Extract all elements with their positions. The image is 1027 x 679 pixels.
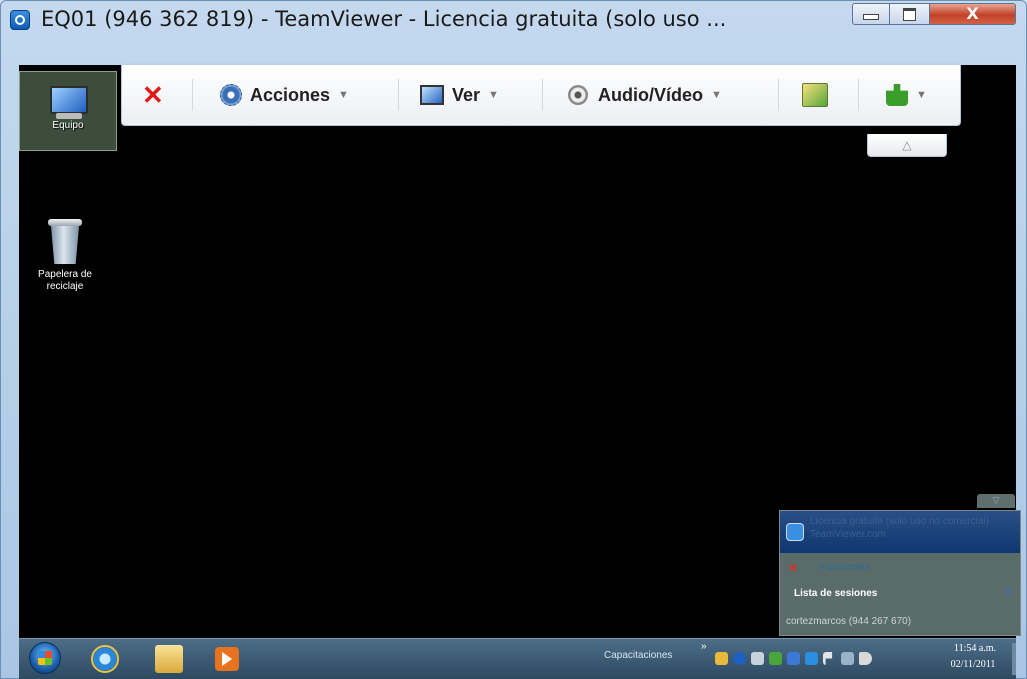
close-icon: X [966, 4, 979, 23]
volume-icon[interactable] [859, 652, 872, 665]
recycle-bin-icon [48, 219, 82, 265]
title-bar[interactable]: EQ01 (946 362 819) - TeamViewer - Licenc… [1, 1, 1026, 39]
computer-icon [46, 86, 90, 120]
extras-menu-button[interactable]: ▼ [886, 65, 927, 125]
toolbar-divider [858, 79, 859, 111]
desktop-icon-equipo[interactable]: Equipo [19, 71, 117, 151]
desktop-icon-recycle-bin[interactable]: Papelera de reciclaje [19, 215, 113, 293]
actions-label: Acciones [250, 84, 331, 105]
tray-app-icon[interactable] [769, 652, 782, 665]
teamviewer-toolbar: ✕ Acciones ▼ Ver ▼ Audio/Vídeo ▼ ▼ [121, 65, 961, 126]
tray-expand-icon[interactable]: » [701, 641, 707, 652]
puzzle-icon [886, 84, 908, 106]
sessions-close-button[interactable]: ✕ [1004, 587, 1012, 598]
tray-device-icon[interactable] [751, 652, 764, 665]
toolbar-divider [398, 79, 399, 111]
view-label: Ver [452, 84, 481, 105]
teamviewer-session-panel: Licencia gratuita (solo uso no comercial… [779, 510, 1021, 636]
panel-website-text: TeamViewer.com [810, 529, 886, 540]
chevron-down-icon: ▼ [711, 89, 722, 101]
minimize-icon [863, 14, 879, 20]
panel-header: Licencia gratuita (solo uso no comercial… [780, 511, 1020, 553]
audio-video-menu-button[interactable]: Audio/Vídeo ▼ [568, 65, 722, 125]
monitor-icon [420, 85, 444, 105]
desktop-icon-label: Papelera de reciclaje [38, 269, 92, 292]
toolbar-collapse-button[interactable]: △ [867, 134, 947, 157]
panel-license-text: Licencia gratuita (solo uso no comercial… [810, 516, 989, 527]
minimize-button[interactable] [852, 3, 890, 25]
show-desktop-button[interactable] [1012, 643, 1016, 675]
internet-explorer-icon[interactable] [91, 645, 119, 673]
start-button[interactable] [29, 642, 61, 674]
tray-security-icon[interactable] [787, 652, 800, 665]
sessions-list-title[interactable]: Lista de sesiones [794, 588, 877, 599]
window-title: EQ01 (946 362 819) - TeamViewer - Licenc… [41, 7, 727, 31]
maximize-button[interactable] [890, 3, 930, 25]
end-session-button[interactable]: ✕ [142, 65, 164, 125]
chevron-down-icon: ▼ [488, 89, 499, 101]
toolbar-divider [192, 79, 193, 111]
flag-icon[interactable] [823, 652, 833, 665]
teamviewer-app-icon [10, 10, 30, 30]
chevron-down-icon: ▼ [338, 89, 349, 101]
panel-toggle-button[interactable]: ▽ [977, 494, 1015, 508]
toolbar-divider [542, 79, 543, 111]
close-window-button[interactable]: X [930, 3, 1016, 25]
panel-close-button[interactable]: ✕ [788, 561, 798, 575]
toolbar-divider [778, 79, 779, 111]
teamviewer-tray-icon[interactable] [805, 652, 818, 665]
teamviewer-logo-icon [786, 523, 804, 541]
desktop-icon-label: Equipo [52, 120, 84, 131]
clock-time[interactable]: 11:54 a.m. [947, 643, 1003, 654]
network-icon[interactable] [841, 652, 854, 665]
tray-people-icon[interactable] [715, 652, 728, 665]
media-player-icon[interactable] [215, 647, 239, 671]
view-menu-button[interactable]: Ver ▼ [420, 65, 499, 125]
teamviewer-window: EQ01 (946 362 819) - TeamViewer - Licenc… [0, 0, 1027, 679]
audio-video-label: Audio/Vídeo [598, 84, 703, 105]
actions-menu-button[interactable]: Acciones ▼ [220, 65, 349, 125]
clock-date[interactable]: 02/11/2011 [943, 659, 1003, 670]
webcam-icon [568, 85, 588, 105]
gear-icon [220, 84, 242, 106]
taskbar: Capacitaciones » 11:54 a.m. 02/11/2011 [19, 638, 1016, 679]
chevron-down-icon: ▼ [916, 89, 927, 101]
file-explorer-icon[interactable] [155, 645, 183, 673]
panel-functions-button[interactable]: Funciones [820, 562, 870, 573]
session-entry[interactable]: cortezmarcos (944 267 670) [786, 616, 911, 627]
tray-toolbar-label[interactable]: Capacitaciones [604, 650, 672, 661]
maximize-icon [903, 7, 916, 21]
bluetooth-icon[interactable] [733, 652, 746, 665]
file-transfer-icon [802, 83, 828, 107]
file-transfer-button[interactable] [802, 65, 828, 125]
